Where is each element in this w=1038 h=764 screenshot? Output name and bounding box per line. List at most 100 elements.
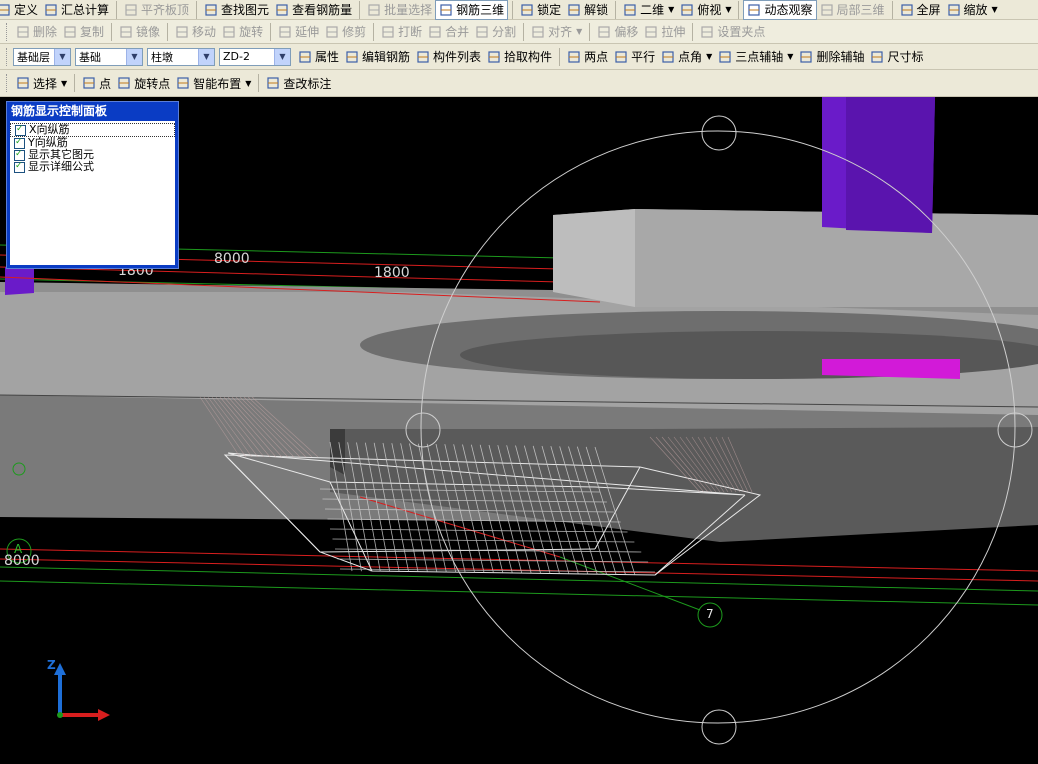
chevron-down-icon: ▼ — [198, 48, 214, 65]
checkbox[interactable] — [15, 123, 26, 136]
copy-button[interactable]: 复制 — [60, 22, 107, 42]
properties-button[interactable]: 属性 — [295, 47, 342, 67]
local-3d-button[interactable]: 局部三维 — [817, 0, 888, 20]
rotate-point-button[interactable]: 旋转点 — [114, 73, 173, 93]
button-label: 合并 — [445, 25, 470, 39]
panel-option[interactable]: 显示详细公式 — [10, 160, 175, 173]
button-label: 删除辅轴 — [816, 50, 865, 64]
extend-button[interactable]: 延伸 — [275, 22, 322, 42]
layer-select[interactable]: 基础层 ▼ — [13, 47, 71, 66]
chevron-down-icon[interactable]: ▼ — [576, 27, 582, 36]
sigma-icon — [44, 3, 58, 17]
separator — [523, 22, 525, 41]
batch-select-icon — [367, 3, 381, 17]
two-point-axis-button[interactable]: 两点 — [564, 47, 611, 67]
dimension-button[interactable]: 尺寸标 — [867, 47, 926, 67]
chevron-down-icon[interactable]: ▼ — [61, 79, 67, 88]
glasses-button[interactable]: 查看钢筋量 — [272, 0, 355, 20]
rotate-button[interactable]: 旋转 — [219, 22, 266, 42]
button-label: 缩放 — [963, 3, 988, 17]
button-label: 二维 — [640, 3, 665, 17]
chevron-down-icon[interactable]: ▼ — [668, 5, 674, 14]
flush-button[interactable]: 平齐板顶 — [121, 0, 192, 20]
button-label: 点角 — [678, 50, 703, 64]
category-select[interactable]: 基础 ▼ — [75, 47, 143, 66]
button-label: 智能布置 — [193, 76, 242, 91]
properties-icon — [298, 50, 312, 64]
break-button[interactable]: 打断 — [378, 22, 425, 42]
parallel-axis-button[interactable]: 平行 — [611, 47, 658, 67]
chevron-down-icon[interactable]: ▼ — [706, 52, 712, 61]
define-button[interactable]: 定义 — [0, 0, 41, 20]
checkbox[interactable] — [14, 160, 25, 173]
separator — [74, 74, 76, 92]
pick-component-icon — [487, 50, 501, 64]
toolbar-grip[interactable] — [6, 74, 10, 92]
define-icon — [0, 3, 11, 17]
unlock-button[interactable]: 解锁 — [564, 0, 611, 20]
chevron-down-icon[interactable]: ▼ — [787, 52, 793, 61]
separator — [167, 22, 169, 41]
stretch-button[interactable]: 拉伸 — [641, 22, 688, 42]
toolbar-grip[interactable] — [6, 47, 10, 66]
top-view-button[interactable]: 俯视 ▼ — [677, 0, 734, 20]
delete-axis-button[interactable]: 删除辅轴 — [796, 47, 867, 67]
pick-component-button[interactable]: 拾取构件 — [484, 47, 555, 67]
button-label: 解锁 — [584, 3, 609, 17]
edit-annotation-icon — [266, 76, 280, 90]
name-select[interactable]: ZD-2 ▼ — [219, 47, 291, 66]
type-select[interactable]: 柱墩 ▼ — [147, 47, 215, 66]
two-point-axis-icon — [567, 50, 581, 64]
sigma-button[interactable]: 汇总计算 — [41, 0, 112, 20]
button-label: 删除 — [33, 25, 58, 39]
axis-bubble-label[interactable]: 7 — [706, 607, 714, 621]
fullscreen-button[interactable]: 全屏 — [897, 0, 944, 20]
align-button[interactable]: 对齐 ▼ — [528, 22, 585, 42]
button-label: 选择 — [33, 76, 58, 91]
edit-annotation-button[interactable]: 查改标注 — [263, 73, 334, 93]
smart-layout-button[interactable]: 智能布置 ▼ — [173, 73, 254, 93]
separator — [589, 22, 591, 41]
component-toolbar: 基础层 ▼ 基础 ▼ 柱墩 ▼ ZD-2 ▼ 属性 编辑钢筋 构件列表 拾取构件 两点 平行 点角… — [0, 44, 1038, 70]
delete-button[interactable]: 删除 — [13, 22, 60, 42]
three-point-axis-button[interactable]: 三点辅轴 ▼ — [715, 47, 796, 67]
rotate-point-icon — [117, 76, 131, 90]
chevron-down-icon[interactable]: ▼ — [245, 79, 251, 88]
grip-point-button[interactable]: 设置夹点 — [697, 22, 768, 42]
extend-icon — [278, 25, 292, 39]
edit-rebar-button[interactable]: 编辑钢筋 — [342, 47, 413, 67]
axis-bubble-label[interactable]: A — [14, 542, 22, 556]
chevron-down-icon: ▼ — [274, 48, 290, 65]
orbit-button[interactable]: 动态观察 — [743, 0, 817, 20]
button-label: 定义 — [14, 3, 39, 17]
point-angle-axis-button[interactable]: 点角 ▼ — [658, 47, 715, 67]
select-cursor-button[interactable]: 选择 ▼ — [13, 73, 70, 93]
orbit-icon — [747, 3, 761, 17]
fullscreen-icon — [900, 3, 914, 17]
point-button[interactable]: 点 — [79, 73, 114, 93]
chevron-down-icon: ▼ — [126, 48, 142, 65]
trim-button[interactable]: 修剪 — [322, 22, 369, 42]
lock-button[interactable]: 锁定 — [517, 0, 564, 20]
move-button[interactable]: 移动 — [172, 22, 219, 42]
toolbar-grip[interactable] — [6, 22, 10, 41]
chevron-down-icon[interactable]: ▼ — [725, 5, 731, 14]
chevron-down-icon[interactable]: ▼ — [992, 5, 998, 14]
view-2d-icon — [623, 3, 637, 17]
point-angle-axis-icon — [661, 50, 675, 64]
merge-button[interactable]: 合并 — [425, 22, 472, 42]
panel-option[interactable]: X向纵筋 — [10, 123, 175, 137]
rebar-3d-button[interactable]: 钢筋三维 — [435, 0, 509, 20]
batch-select-button[interactable]: 批量选择 — [364, 0, 435, 20]
zoom-button[interactable]: 缩放 ▼ — [944, 0, 1001, 20]
button-label: 复制 — [80, 25, 105, 39]
binoculars-button[interactable]: 查找图元 — [201, 0, 272, 20]
separator — [692, 22, 694, 41]
three-point-axis-icon — [718, 50, 732, 64]
button-label: 查找图元 — [221, 3, 270, 17]
component-list-button[interactable]: 构件列表 — [413, 47, 484, 67]
mirror-button[interactable]: 镜像 — [116, 22, 163, 42]
offset-button[interactable]: 偏移 — [594, 22, 641, 42]
split-button[interactable]: 分割 — [472, 22, 519, 42]
view-2d-button[interactable]: 二维 ▼ — [620, 0, 677, 20]
